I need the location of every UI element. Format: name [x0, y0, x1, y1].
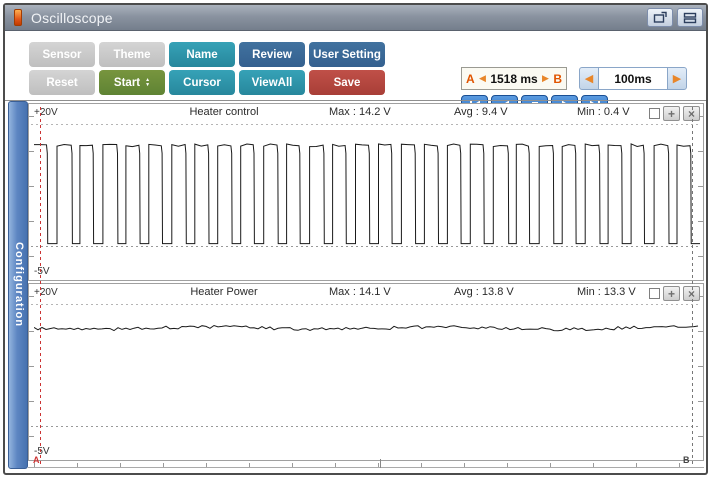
shade-window-icon	[683, 12, 697, 24]
shade-window-button[interactable]	[677, 8, 703, 27]
heater-power-waveform	[34, 324, 699, 332]
viewall-button[interactable]: ViewAll	[239, 70, 305, 95]
save-label: Save	[333, 76, 361, 89]
start-label: Start	[113, 76, 141, 89]
viewall-label: ViewAll	[251, 76, 293, 89]
reset-button[interactable]: Reset	[29, 70, 95, 95]
save-button[interactable]: Save	[309, 70, 385, 95]
user-setting-label: User Setting	[313, 48, 381, 61]
name-label: Name	[186, 48, 218, 61]
app-window: Oscilloscope Sensor Theme Name Review Us…	[3, 3, 708, 475]
start-updown-icon: ▲ ▼	[145, 76, 151, 88]
start-button[interactable]: Start ▲ ▼	[99, 70, 165, 95]
user-setting-button[interactable]: User Setting	[309, 42, 385, 67]
cursor-b-tag: B	[553, 71, 562, 86]
chart-panel-heater-control: +20V -5V Heater control Max : 14.2 V Avg…	[28, 103, 704, 281]
configuration-tab[interactable]: Configuration	[8, 101, 28, 469]
cursor-button[interactable]: Cursor	[169, 70, 235, 95]
left-arrow-icon: ◀	[584, 73, 594, 85]
interval-increase-button[interactable]: ▶	[667, 67, 687, 90]
theme-label: Theme	[113, 48, 151, 61]
title-bar: Oscilloscope	[5, 5, 706, 31]
window-title: Oscilloscope	[31, 10, 113, 26]
reset-label: Reset	[46, 76, 78, 89]
app-icon	[14, 9, 22, 26]
cursor-a-line[interactable]	[40, 107, 41, 467]
interval-spinner: ◀ 100ms ▶	[579, 67, 687, 90]
x-axis: A B	[28, 455, 704, 473]
sensor-button[interactable]: Sensor	[29, 42, 95, 67]
range-value: 1518 ms	[490, 71, 538, 86]
oscilloscope-app: Oscilloscope Sensor Theme Name Review Us…	[0, 0, 711, 479]
review-label: Review	[252, 48, 292, 61]
review-button[interactable]: Review	[239, 42, 305, 67]
popout-window-icon	[653, 11, 668, 24]
toolbar: Sensor Theme Name Review User Setting Re…	[5, 32, 706, 117]
chart-panel-heater-power: +20V -5V Heater Power Max : 14.1 V Avg :…	[28, 283, 704, 461]
x-axis-center-tick	[380, 459, 381, 468]
ab-range-box[interactable]: A ◀ 1518 ms ▶ B	[461, 67, 567, 90]
popout-window-button[interactable]	[647, 8, 673, 27]
cursor-b-line[interactable]	[692, 107, 693, 467]
cursor-label: Cursor	[183, 76, 221, 89]
range-right-arrow-icon: ▶	[542, 73, 549, 83]
range-left-arrow-icon: ◀	[479, 73, 486, 83]
interval-decrease-button[interactable]: ◀	[579, 67, 599, 90]
right-arrow-icon: ▶	[672, 73, 682, 85]
cursor-a-label: A	[33, 455, 40, 465]
cursor-a-tag: A	[466, 71, 475, 86]
sensor-label: Sensor	[42, 48, 82, 61]
interval-value: 100ms	[599, 67, 667, 90]
toolbar-chart-divider	[5, 100, 706, 101]
x-axis-line	[28, 467, 704, 468]
chart-area: +20V -5V Heater control Max : 14.2 V Avg…	[28, 103, 704, 473]
cursor-b-label: B	[683, 455, 690, 465]
heater-control-waveform	[34, 143, 700, 245]
name-button[interactable]: Name	[169, 42, 235, 67]
theme-button[interactable]: Theme	[99, 42, 165, 67]
configuration-tab-label: Configuration	[13, 242, 25, 328]
